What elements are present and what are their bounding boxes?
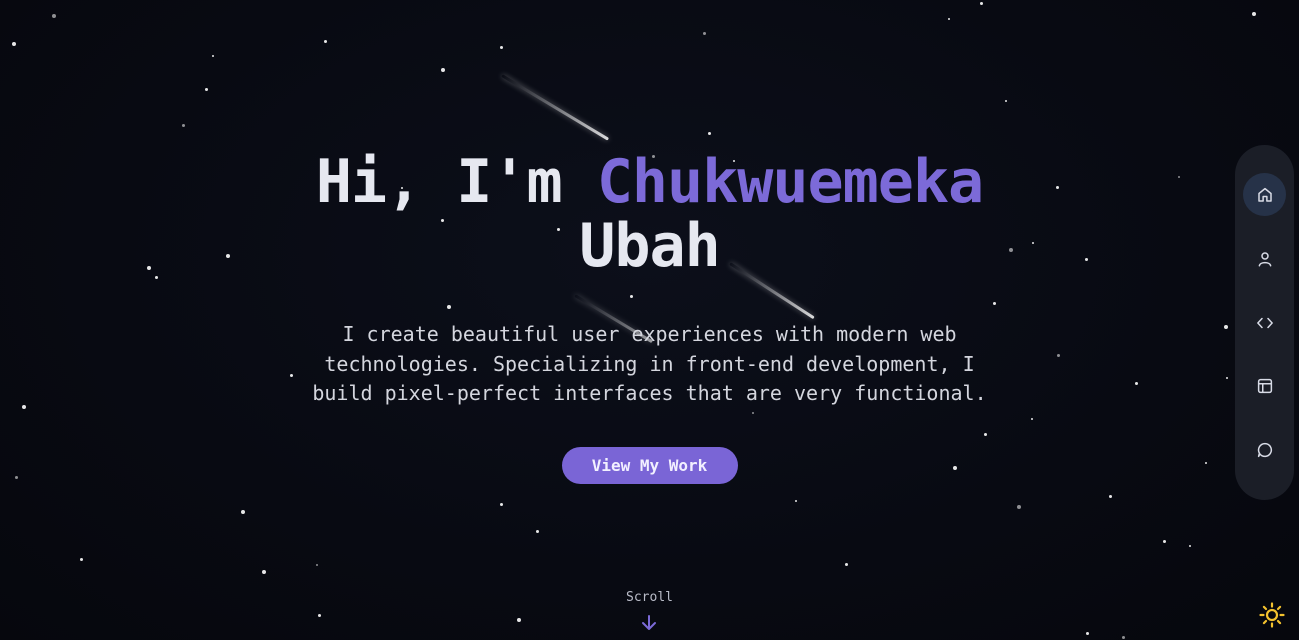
star [703, 32, 706, 35]
star [441, 68, 445, 72]
star [517, 618, 521, 622]
star [708, 132, 711, 135]
star [500, 503, 503, 506]
greeting-text: Hi, I'm [315, 147, 563, 217]
star [12, 42, 16, 46]
scroll-indicator[interactable]: Scroll [0, 590, 1299, 605]
nav-about-button[interactable] [1243, 237, 1286, 280]
layout-icon [1257, 378, 1272, 393]
nav-contact-button[interactable] [1243, 428, 1286, 471]
star [1017, 505, 1021, 509]
code-icon [1256, 317, 1273, 328]
sun-icon[interactable] [1259, 602, 1285, 628]
star [500, 46, 503, 49]
arrow-down-icon[interactable] [641, 614, 657, 632]
hero-headline: Hi, I'm Chukwuemeka Ubah [0, 150, 1299, 278]
hero-section: Hi, I'm Chukwuemeka Ubah I create beauti… [0, 150, 1299, 484]
home-icon [1257, 187, 1272, 202]
nav-projects-button[interactable] [1243, 364, 1286, 407]
star [1109, 495, 1112, 498]
shooting-star [501, 74, 610, 141]
star [795, 500, 797, 502]
nav-home-button[interactable] [1243, 173, 1286, 216]
star [80, 558, 83, 561]
star [262, 570, 266, 574]
star [1252, 12, 1256, 16]
scroll-label: Scroll [626, 590, 673, 605]
message-icon [1257, 442, 1272, 457]
hero-intro: I create beautiful user experiences with… [312, 322, 987, 405]
star [205, 88, 208, 91]
starfield-background: Hi, I'm Chukwuemeka Ubah I create beauti… [0, 0, 1299, 640]
star [536, 530, 539, 533]
star [212, 55, 214, 57]
user-icon [1258, 251, 1271, 266]
star [1122, 636, 1125, 639]
star [1189, 545, 1191, 547]
star [1163, 540, 1166, 543]
name-last: Ubah [579, 211, 720, 281]
nav-skills-button[interactable] [1243, 301, 1286, 344]
view-my-work-button[interactable]: View My Work [561, 446, 738, 484]
star [316, 564, 318, 566]
star [182, 124, 185, 127]
star [845, 563, 848, 566]
name-first: Chukwuemeka [596, 147, 984, 217]
star [318, 614, 321, 617]
star [241, 510, 245, 514]
star [1005, 100, 1007, 102]
side-navigation-dock [1235, 145, 1294, 500]
star [52, 14, 56, 18]
star [1086, 632, 1089, 635]
star [948, 18, 950, 20]
star [324, 40, 327, 43]
star [980, 2, 983, 5]
